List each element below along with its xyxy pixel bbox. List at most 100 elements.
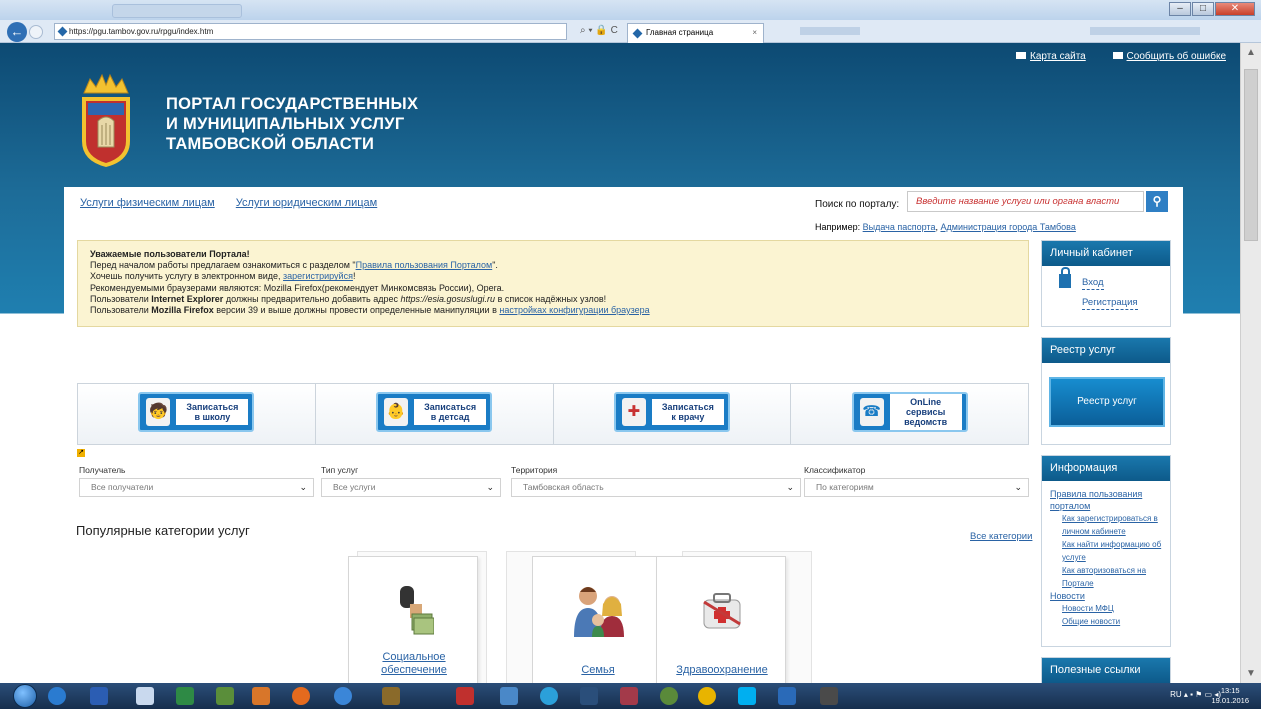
address-bar[interactable]: https://pgu.tambov.gov.ru/rpgu/index.htm — [54, 23, 567, 40]
chart-app-icon[interactable] — [456, 687, 474, 705]
enroll-kindergarten-button[interactable]: 👶 Записаться в детсад — [376, 392, 493, 432]
quick-label: Записаться — [424, 402, 477, 412]
skype-icon[interactable] — [738, 687, 756, 705]
quick-actions: 🧒 Записаться в школу 👶 Записаться в детсад… — [77, 383, 1029, 445]
chevron-down-icon: ⌄ — [486, 482, 494, 492]
powerpoint-icon[interactable] — [252, 687, 270, 705]
medical-kit-icon: ✚ — [621, 398, 646, 426]
game-icon[interactable] — [382, 687, 400, 705]
search-icon: ⚲ — [1152, 194, 1162, 208]
recipient-select[interactable]: Все получатели ⌄ — [79, 478, 314, 497]
quick-label: ведомств — [904, 417, 948, 427]
info-news-mfc-link[interactable]: Новости МФЦ — [1050, 602, 1170, 615]
category-card-social[interactable]: Социальное обеспечение — [348, 556, 478, 694]
scroll-down-icon[interactable]: ▼ — [1246, 668, 1256, 679]
information-panel: Информация Правила пользования порталом … — [1041, 455, 1171, 647]
info-rules-link[interactable]: Правила пользования порталом — [1050, 488, 1170, 512]
close-button[interactable]: ✕ — [1215, 2, 1255, 16]
back-button[interactable]: ← — [7, 22, 27, 42]
doctor-appointment-button[interactable]: ✚ Записаться к врачу — [613, 392, 730, 432]
language-indicator[interactable]: RU — [1170, 690, 1182, 699]
active-tab[interactable]: Главная страница × — [627, 23, 764, 43]
all-categories-link[interactable]: Все категории — [970, 531, 1032, 542]
browser-config-link[interactable]: настройках конфигурации браузера — [499, 305, 649, 315]
tambov-coat-of-arms-icon[interactable] — [78, 73, 134, 169]
browser-icon[interactable] — [334, 687, 352, 705]
classifier-select[interactable]: По категориям ⌄ — [804, 478, 1029, 497]
clock-time: 13:15 — [1220, 686, 1240, 695]
top-links: Карта сайта Сообщить об ошибке — [992, 51, 1226, 62]
notepad-icon[interactable] — [136, 687, 154, 705]
search-examples: Например: Выдача паспорта, Администрация… — [815, 222, 1076, 232]
bookmark-bar-item[interactable] — [800, 27, 860, 35]
firefox-icon[interactable] — [292, 687, 310, 705]
report-error-link[interactable]: Сообщить об ошибке — [1112, 51, 1226, 62]
individuals-services-link[interactable]: Услуги физическим лицам — [80, 197, 215, 209]
chevron-down-icon: ⌄ — [786, 482, 794, 492]
ie-icon[interactable] — [48, 687, 66, 705]
online-services-button[interactable]: ☎ OnLine сервисы ведомств — [851, 392, 968, 432]
service-type-select[interactable]: Все услуги ⌄ — [321, 478, 501, 497]
excel-icon[interactable] — [176, 687, 194, 705]
forward-button[interactable] — [29, 25, 43, 39]
info-how-auth-link[interactable]: Как авторизоваться на Портале — [1050, 564, 1170, 590]
registry-button[interactable]: Реестр услуг — [1049, 377, 1165, 427]
example-link[interactable]: Администрация города Тамбова — [941, 222, 1076, 232]
start-button[interactable] — [13, 684, 37, 708]
cube-icon[interactable] — [500, 687, 518, 705]
category-card-healthcare[interactable]: Здравоохранение — [656, 556, 786, 694]
info-how-register-link[interactable]: Как зарегистрироваться в личном кабинете — [1050, 512, 1170, 538]
address-tools[interactable]: ⌕ ▾ 🔒 C — [580, 25, 618, 36]
maximize-button[interactable]: □ — [1192, 2, 1214, 16]
warning-app-icon[interactable] — [698, 687, 716, 705]
app-icon[interactable] — [620, 687, 638, 705]
sitemap-link[interactable]: Карта сайта — [1016, 51, 1086, 62]
legal-services-link[interactable]: Услуги юридическим лицам — [236, 197, 377, 209]
windows-taskbar: RU ▴ ▪ ⚑ ▭ ◂) 13:15 19.01.2016 — [0, 683, 1261, 709]
information-title: Информация — [1042, 456, 1170, 481]
popular-title: Популярные категории услуг — [76, 523, 250, 538]
tab-close-icon[interactable]: × — [752, 24, 757, 42]
info-how-find-link[interactable]: Как найти информацию об услуге — [1050, 538, 1170, 564]
territory-select[interactable]: Тамбовская область ⌄ — [511, 478, 801, 497]
minimize-button[interactable]: – — [1169, 2, 1191, 16]
info-news-general-link[interactable]: Общие новости — [1050, 615, 1170, 628]
category-label: Здравоохранение — [676, 664, 768, 676]
bookmark-bar-item[interactable] — [1090, 27, 1200, 35]
paint-icon[interactable] — [216, 687, 234, 705]
main-content: Услуги физическим лицам Услуги юридическ… — [64, 187, 1183, 709]
medical-kit-icon — [703, 593, 741, 629]
clock[interactable]: 13:15 19.01.2016 — [1211, 686, 1249, 706]
quick-label: Записаться — [186, 402, 239, 412]
info-news-link[interactable]: Новости — [1050, 590, 1170, 602]
registration-link[interactable]: Регистрация — [1082, 297, 1138, 310]
portal-title[interactable]: ПОРТАЛ ГОСУДАРСТВЕННЫХ И МУНИЦИПАЛЬНЫХ У… — [166, 94, 418, 154]
territory-label: Территория — [511, 465, 558, 475]
quick-label: Записаться — [661, 402, 714, 412]
rules-link[interactable]: Правила пользования Порталом — [356, 260, 493, 270]
scrollbar-thumb[interactable] — [1244, 69, 1258, 241]
search-input[interactable]: Введите название услуги или органа власт… — [907, 191, 1144, 212]
services-nav: Услуги физическим лицам Услуги юридическ… — [80, 197, 395, 209]
category-card-family[interactable]: Семья — [532, 556, 662, 694]
register-link[interactable]: зарегистрируйся — [283, 271, 353, 281]
example-link[interactable]: Выдача паспорта — [863, 222, 936, 232]
teamviewer-icon[interactable] — [778, 687, 796, 705]
telegram-icon[interactable] — [540, 687, 558, 705]
enroll-school-button[interactable]: 🧒 Записаться в школу — [138, 392, 255, 432]
registry-title: Реестр услуг — [1042, 338, 1170, 363]
quick-cell: ☎ OnLine сервисы ведомств — [791, 384, 1028, 444]
search-button[interactable]: ⚲ — [1146, 191, 1168, 212]
arrow-icon[interactable]: ↗ — [77, 449, 85, 457]
page-scrollbar[interactable]: ▲ ▼ — [1240, 43, 1261, 683]
background-tab[interactable] — [112, 4, 242, 18]
login-link[interactable]: Вход — [1082, 277, 1104, 290]
search-app-icon[interactable] — [660, 687, 678, 705]
quick-label: OnLine сервисы — [905, 397, 946, 417]
scroll-up-icon[interactable]: ▲ — [1246, 47, 1256, 58]
media-icon[interactable] — [820, 687, 838, 705]
money-hand-icon — [400, 586, 434, 635]
useful-links-title: Полезные ссылки — [1042, 658, 1170, 683]
word-icon[interactable] — [90, 687, 108, 705]
chart-bars-icon[interactable] — [580, 687, 598, 705]
